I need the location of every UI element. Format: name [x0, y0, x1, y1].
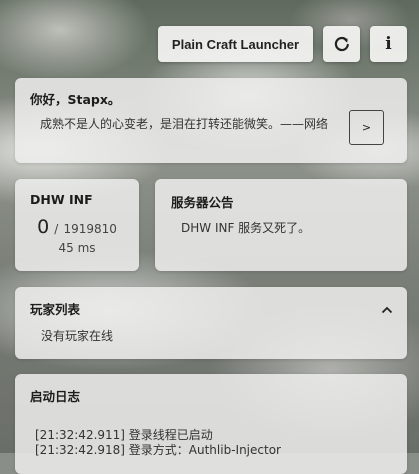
announcement-text: DHW INF 服务又死了。 — [181, 221, 311, 235]
announcement-title: 服务器公告 — [171, 195, 234, 210]
greeting-card: 你好，Stapx。 成熟不是人的心变老，是泪在打转还能微笑。——网络 > — [15, 78, 407, 163]
quote-next-button[interactable]: > — [349, 110, 384, 145]
server-status-card: DHW INF 0 / 1919810 45 ms — [15, 179, 139, 271]
info-icon: i — [385, 34, 392, 54]
player-list-title: 玩家列表 — [30, 302, 81, 317]
launch-log-card: 启动日志 [21:32:42.911] 登录线程已启动 [21:32:42.91… — [15, 374, 407, 474]
log-line: [21:32:42.918] 登录方式：Authlib-Injector — [35, 443, 281, 457]
launcher-button-label: Plain Craft Launcher — [171, 36, 300, 52]
log-line: [21:32:42.911] 登录线程已启动 — [35, 428, 213, 442]
online-count: 0 — [37, 216, 50, 238]
player-list-empty: 没有玩家在线 — [41, 329, 114, 343]
server-name: DHW INF — [30, 192, 93, 207]
player-count: 0 / 1919810 — [15, 216, 139, 238]
refresh-button[interactable] — [323, 26, 360, 62]
announcement-card: 服务器公告 DHW INF 服务又死了。 — [155, 179, 407, 271]
ping-value: 45 ms — [58, 241, 96, 255]
greeting-title: 你好，Stapx。 — [30, 92, 121, 107]
launch-log-title: 启动日志 — [30, 389, 81, 404]
chevron-right-icon: > — [361, 121, 372, 134]
count-separator: / — [54, 222, 59, 236]
player-list-card: 玩家列表 没有玩家在线 — [15, 287, 407, 359]
refresh-icon — [334, 36, 350, 52]
chevron-up-icon[interactable] — [381, 300, 393, 319]
launcher-button[interactable]: Plain Craft Launcher — [158, 26, 313, 62]
greeting-quote: 成熟不是人的心变老，是泪在打转还能微笑。——网络 — [40, 117, 329, 131]
info-button[interactable]: i — [370, 26, 407, 62]
max-count: 1919810 — [63, 222, 117, 236]
